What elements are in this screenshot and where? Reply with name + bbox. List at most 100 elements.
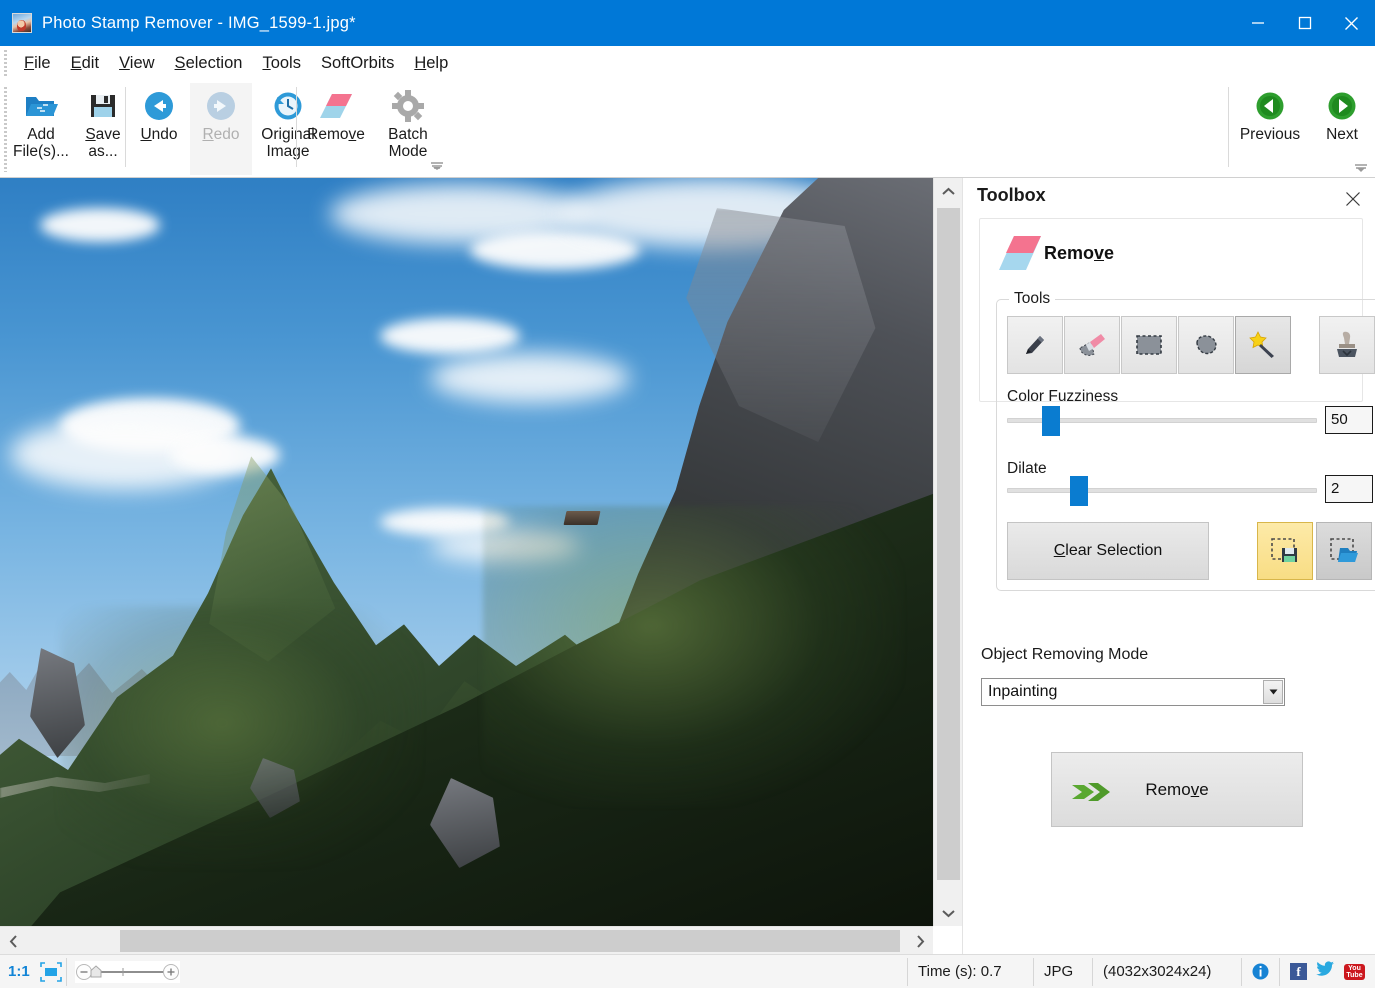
redo-arrow-icon [206, 89, 236, 123]
mountain-hut [564, 511, 601, 525]
object-removing-mode-value: Inpainting [982, 683, 1057, 701]
menu-softorbits[interactable]: SoftOrbits [311, 52, 404, 75]
cloud [40, 208, 160, 242]
dilate-value[interactable]: 2 [1325, 475, 1373, 503]
scroll-down-button[interactable] [934, 900, 963, 926]
previous-arrow-icon [1255, 89, 1285, 123]
lasso-tool-button[interactable] [1178, 316, 1234, 374]
menu-bar: File Edit View Selection Tools SoftOrbit… [0, 46, 1375, 81]
app-icon [12, 13, 32, 33]
info-button[interactable] [1242, 955, 1279, 988]
stamp-icon [1334, 330, 1360, 360]
next-arrow-icon [1327, 89, 1357, 123]
toolbar-nav-expand-icon[interactable] [1354, 161, 1368, 175]
clear-selection-button[interactable]: Clear Selection [1007, 522, 1209, 580]
horizontal-scroll-thumb[interactable] [120, 930, 900, 952]
toolbar-add-files-button[interactable]: Add File(s)... [10, 83, 72, 175]
toolbar-undo-button[interactable]: Undo [128, 83, 190, 175]
green-double-arrow-icon [1070, 779, 1112, 810]
eraser-tool-button[interactable] [1064, 316, 1120, 374]
canvas-horizontal-scrollbar[interactable] [0, 926, 933, 954]
open-folder-icon [24, 89, 58, 123]
stamp-tool-button[interactable] [1319, 316, 1375, 374]
fit-to-window-icon [40, 962, 62, 982]
scroll-up-button[interactable] [934, 178, 963, 204]
toolbox-close-button[interactable] [1343, 189, 1363, 209]
minimize-button[interactable] [1234, 0, 1281, 46]
magic-wand-tool-button[interactable] [1235, 316, 1291, 374]
scroll-right-button[interactable] [907, 927, 933, 955]
vertical-scroll-thumb[interactable] [937, 208, 960, 880]
window-controls [1234, 0, 1375, 46]
menu-help[interactable]: Help [404, 52, 458, 75]
undo-arrow-icon [144, 89, 174, 123]
object-removing-mode-select[interactable]: Inpainting [981, 678, 1285, 706]
color-fuzziness-value[interactable]: 50 [1325, 406, 1373, 434]
scroll-left-button[interactable] [0, 927, 26, 955]
menu-file[interactable]: File [14, 52, 61, 75]
toolbar-remove-button[interactable]: Remove [300, 83, 372, 175]
status-bar: 1:1 [0, 954, 1375, 988]
remove-mode-heading: Remove [1044, 243, 1114, 264]
rectangle-select-tool-button[interactable] [1121, 316, 1177, 374]
load-selection-button[interactable] [1316, 522, 1372, 580]
status-dimensions: (4032x3024x24) [1093, 955, 1241, 988]
zoom-ratio-indicator[interactable]: 1:1 [0, 963, 36, 980]
twitter-icon[interactable] [1316, 961, 1335, 982]
color-fuzziness-thumb[interactable] [1042, 406, 1060, 436]
chevron-down-icon[interactable] [1263, 680, 1283, 704]
dilate-thumb[interactable] [1070, 476, 1088, 506]
youtube-icon[interactable]: YouTube [1344, 964, 1365, 980]
main-toolbar: Add File(s)... Saveas... [0, 81, 1375, 178]
zoom-slider[interactable] [75, 961, 180, 983]
menu-view[interactable]: View [109, 52, 164, 75]
menu-edit[interactable]: Edit [61, 52, 109, 75]
image-canvas[interactable] [0, 178, 933, 926]
maximize-button[interactable] [1281, 0, 1328, 46]
save-selection-icon [1270, 537, 1300, 565]
save-selection-button[interactable] [1257, 522, 1313, 580]
photo-content [0, 178, 933, 926]
dilate-slider[interactable] [1007, 488, 1317, 493]
menu-selection[interactable]: Selection [165, 52, 253, 75]
canvas-vertical-scrollbar[interactable] [933, 178, 962, 926]
gear-icon [392, 89, 424, 123]
menu-tools-rest: ools [271, 54, 301, 72]
toolbar-undo-label: Undo [140, 127, 177, 144]
color-fuzziness-label: Color Fuzziness [1007, 388, 1118, 406]
facebook-icon[interactable]: f [1290, 963, 1307, 980]
marker-tool-button[interactable] [1007, 316, 1063, 374]
title-bar: Photo Stamp Remover - IMG_1599-1.jpg* [0, 0, 1375, 46]
toolbar-previous-button[interactable]: Previous [1234, 83, 1306, 175]
cloud [170, 436, 280, 474]
cloud [430, 353, 630, 403]
status-time: Time (s): 0.7 [908, 955, 1033, 988]
cloud [380, 318, 520, 354]
toolbox-panel: Toolbox Remove Tools [962, 178, 1375, 954]
toolbar-expand-icon[interactable] [430, 159, 444, 173]
toolbar-next-label: Next [1326, 127, 1358, 144]
remove-action-button[interactable]: Remove [1051, 752, 1303, 827]
menu-selection-rest: election [186, 54, 243, 72]
eraser-icon [318, 89, 354, 123]
close-button[interactable] [1328, 0, 1375, 46]
menu-tools[interactable]: Tools [252, 52, 311, 75]
eraser-icon [996, 233, 1044, 278]
fit-to-window-button[interactable] [36, 955, 66, 988]
menu-edit-rest: dit [82, 54, 99, 72]
floppy-disk-icon [89, 89, 117, 123]
info-icon [1252, 963, 1269, 980]
tools-row [1007, 316, 1291, 374]
zoom-slider-container[interactable] [67, 955, 188, 988]
vegetation-highlight [60, 606, 420, 866]
clock-history-icon [273, 89, 303, 123]
object-removing-mode-label: Object Removing Mode [981, 646, 1148, 664]
vegetation-highlight [483, 506, 903, 806]
toolbar-remove-label: Remove [307, 127, 365, 144]
lasso-icon [1192, 333, 1220, 357]
toolbar-redo-button[interactable]: Redo [190, 83, 252, 175]
remove-action-label: Remove [1145, 780, 1208, 800]
color-fuzziness-slider[interactable] [1007, 418, 1317, 423]
social-links: f YouTube [1280, 961, 1375, 982]
remove-mode-card: Remove Tools [979, 218, 1363, 402]
